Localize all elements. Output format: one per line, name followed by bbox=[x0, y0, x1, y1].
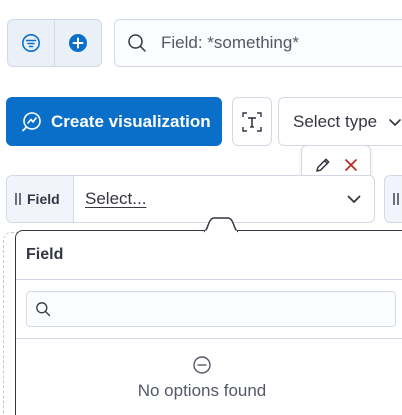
popover-divider bbox=[16, 338, 402, 339]
close-icon[interactable] bbox=[343, 157, 359, 173]
create-visualization-label: Create visualization bbox=[51, 111, 211, 131]
minus-circle-icon bbox=[193, 356, 211, 374]
search-icon bbox=[36, 302, 51, 317]
empty-state: No options found bbox=[16, 355, 388, 401]
chevron-down-icon bbox=[389, 118, 401, 126]
pencil-icon[interactable] bbox=[314, 156, 332, 174]
empty-message: No options found bbox=[137, 381, 267, 400]
popover-arrow bbox=[204, 217, 239, 233]
filter-icon bbox=[22, 34, 40, 52]
field-options-popover: Field No options found bbox=[15, 230, 402, 415]
field-control-label: Field bbox=[7, 176, 74, 222]
grip-icon bbox=[393, 193, 399, 205]
grip-icon[interactable] bbox=[15, 191, 21, 207]
create-visualization-button[interactable]: Create visualization bbox=[6, 97, 222, 146]
field-value-placeholder: Select... bbox=[85, 189, 147, 208]
add-icon bbox=[69, 34, 87, 52]
select-type-button[interactable]: Select type bbox=[278, 97, 402, 146]
field-control[interactable]: Field Select... bbox=[6, 175, 375, 223]
filter-button-group bbox=[7, 19, 102, 67]
chevron-down-icon bbox=[347, 195, 361, 203]
popover-title: Field bbox=[16, 231, 402, 280]
field-dropdown-toggle[interactable] bbox=[334, 176, 374, 222]
query-placeholder: Field: *something* bbox=[161, 33, 299, 52]
options-search-input[interactable] bbox=[26, 291, 396, 327]
add-text-button[interactable] bbox=[232, 97, 272, 146]
select-type-label: Select type bbox=[293, 111, 378, 131]
visualize-icon bbox=[22, 111, 41, 131]
field-label: Field bbox=[27, 191, 60, 207]
filter-button[interactable] bbox=[8, 20, 54, 66]
query-search-input[interactable]: Field: *something* bbox=[114, 19, 402, 67]
text-icon bbox=[242, 111, 262, 132]
search-icon bbox=[128, 34, 146, 52]
dashboard-controls: Field: *something* Create visualization … bbox=[0, 0, 402, 415]
next-control[interactable] bbox=[384, 175, 402, 223]
add-filter-button[interactable] bbox=[54, 20, 101, 66]
